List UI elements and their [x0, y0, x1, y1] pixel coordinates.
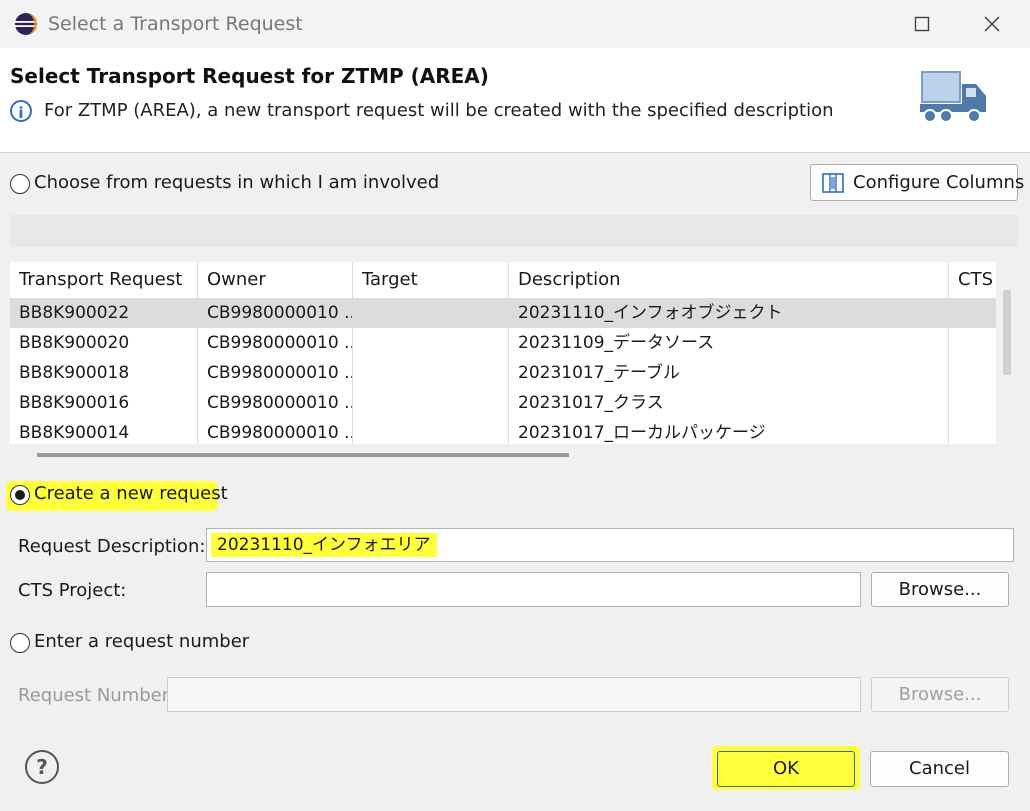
- cell-cts: [949, 358, 996, 388]
- cell-request: BB8K900020: [10, 328, 198, 358]
- choose-requests-label[interactable]: Choose from requests in which I am invol…: [34, 172, 439, 193]
- create-request-label[interactable]: Create a new request: [34, 483, 228, 504]
- cts-project-label: CTS Project:: [18, 580, 127, 601]
- cell-cts: [949, 328, 996, 358]
- info-icon: i: [10, 100, 32, 122]
- choose-requests-radio[interactable]: [10, 174, 30, 194]
- cell-owner: CB9980000010 ...: [198, 358, 353, 388]
- cell-target: [353, 418, 509, 444]
- cancel-button[interactable]: Cancel: [870, 751, 1009, 787]
- column-header-cts[interactable]: CTS I: [949, 262, 996, 298]
- cell-request: BB8K900018: [10, 358, 198, 388]
- cts-project-browse-button[interactable]: Browse...: [871, 572, 1009, 607]
- cell-cts: [949, 298, 996, 328]
- cell-cts: [949, 418, 996, 444]
- column-header-description[interactable]: Description: [509, 262, 949, 298]
- request-number-label: Request Number:: [18, 685, 175, 706]
- cell-owner: CB9980000010 ...: [198, 298, 353, 328]
- ok-button[interactable]: OK: [717, 751, 855, 787]
- table-row[interactable]: BB8K900018 CB9980000010 ... 20231017_テーブ…: [10, 358, 996, 388]
- cts-project-input[interactable]: [206, 572, 861, 607]
- cell-request: BB8K900014: [10, 418, 198, 444]
- dialog-header: Select Transport Request for ZTMP (AREA)…: [0, 48, 1030, 153]
- maximize-icon[interactable]: [905, 10, 939, 38]
- cell-target: [353, 358, 509, 388]
- cell-description: 20231017_テーブル: [509, 358, 949, 388]
- create-request-radio[interactable]: [10, 485, 30, 505]
- header-message: For ZTMP (AREA), a new transport request…: [44, 100, 834, 121]
- configure-columns-button[interactable]: Configure Columns: [810, 164, 1024, 201]
- filter-bar: [10, 215, 1018, 247]
- header-title: Select Transport Request for ZTMP (AREA): [10, 64, 489, 88]
- configure-columns-label: Configure Columns: [853, 172, 1025, 193]
- window-title: Select a Transport Request: [48, 13, 303, 35]
- close-icon[interactable]: [975, 10, 1009, 38]
- cell-cts: [949, 388, 996, 418]
- truck-icon: [918, 66, 990, 130]
- eclipse-logo-icon: [14, 12, 38, 36]
- column-header-transport-request[interactable]: Transport Request: [10, 262, 198, 298]
- request-description-input[interactable]: 20231110_インフォエリア: [206, 528, 1014, 562]
- table-row[interactable]: BB8K900016 CB9980000010 ... 20231017_クラス: [10, 388, 996, 418]
- enter-request-label[interactable]: Enter a request number: [34, 631, 249, 652]
- column-header-target[interactable]: Target: [353, 262, 509, 298]
- cell-owner: CB9980000010 ...: [198, 388, 353, 418]
- cell-target: [353, 298, 509, 328]
- table-row[interactable]: BB8K900020 CB9980000010 ... 20231109_データ…: [10, 328, 996, 358]
- table-horizontal-scrollbar[interactable]: [37, 453, 569, 457]
- request-description-label: Request Description: *: [18, 536, 221, 557]
- cell-description: 20231109_データソース: [509, 328, 949, 358]
- table-vertical-scrollbar[interactable]: [1003, 290, 1011, 375]
- cell-description: 20231017_クラス: [509, 388, 949, 418]
- cell-owner: CB9980000010 ...: [198, 328, 353, 358]
- title-bar: Select a Transport Request: [0, 0, 1030, 48]
- help-icon[interactable]: ?: [25, 750, 59, 784]
- column-header-owner[interactable]: Owner: [198, 262, 353, 298]
- cell-description: 20231017_ローカルパッケージ: [509, 418, 949, 444]
- cell-owner: CB9980000010 ...: [198, 418, 353, 444]
- cell-target: [353, 388, 509, 418]
- columns-icon: [822, 173, 844, 198]
- request-number-input[interactable]: [167, 677, 861, 712]
- table-row[interactable]: BB8K900014 CB9980000010 ... 20231017_ローカ…: [10, 418, 996, 444]
- cell-request: BB8K900022: [10, 298, 198, 328]
- cell-description: 20231110_インフォオブジェクト: [509, 298, 949, 328]
- help-label: ?: [36, 755, 48, 779]
- request-description-value: 20231110_インフォエリア: [211, 533, 437, 557]
- cell-request: BB8K900016: [10, 388, 198, 418]
- request-number-browse-button[interactable]: Browse...: [871, 677, 1009, 712]
- enter-request-radio[interactable]: [10, 633, 30, 653]
- transport-request-table: Transport Request Owner Target Descripti…: [10, 262, 996, 444]
- cell-target: [353, 328, 509, 358]
- table-row[interactable]: BB8K900022 CB9980000010 ... 20231110_インフ…: [10, 298, 996, 328]
